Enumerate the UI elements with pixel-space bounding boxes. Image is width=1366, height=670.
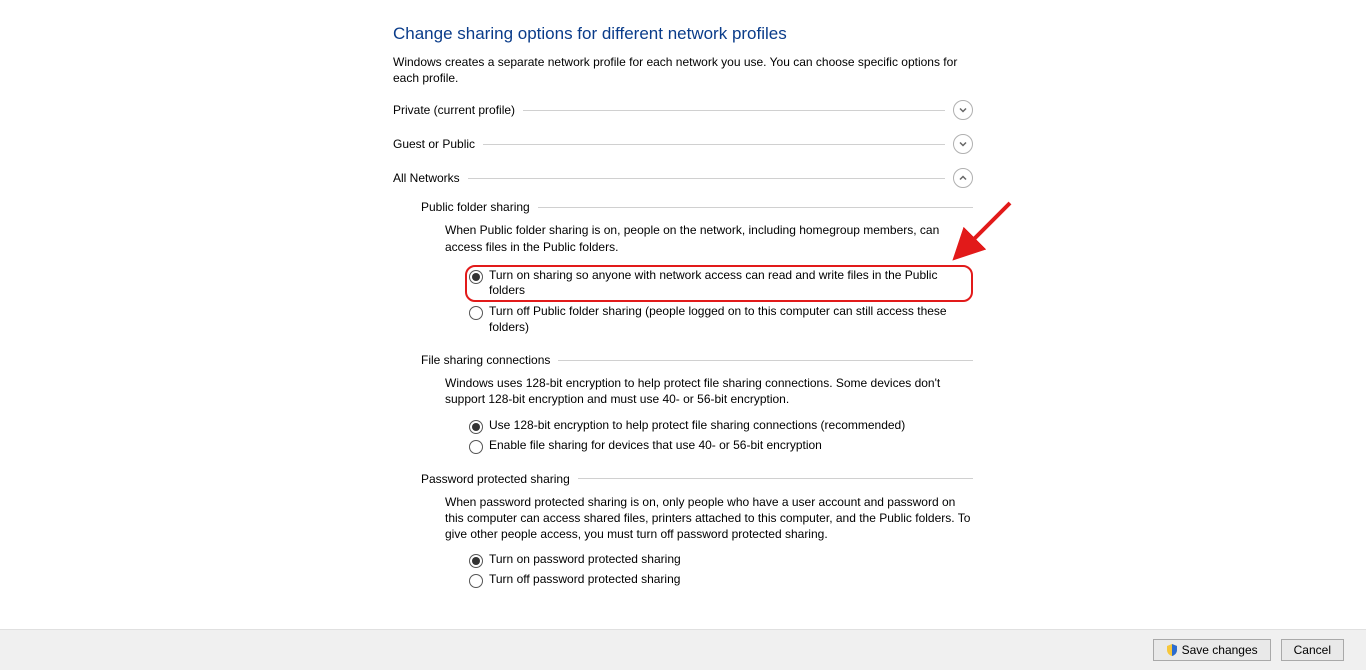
chevron-down-icon	[953, 134, 973, 154]
group-password-title: Password protected sharing	[421, 472, 570, 486]
radio-public-folder-off[interactable]: Turn off Public folder sharing (people l…	[469, 304, 973, 335]
page-subtitle: Windows creates a separate network profi…	[393, 54, 973, 86]
divider	[558, 360, 973, 361]
divider	[578, 478, 973, 479]
section-guest-header[interactable]: Guest or Public	[393, 134, 973, 154]
group-public-folder: Public folder sharing When Public folder…	[421, 200, 973, 335]
main-content: Change sharing options for different net…	[393, 24, 973, 602]
section-private-label: Private (current profile)	[393, 103, 515, 117]
all-networks-body: Public folder sharing When Public folder…	[421, 200, 973, 588]
radio-password-on[interactable]: Turn on password protected sharing	[469, 552, 973, 568]
radio-encrypt-128-label: Use 128-bit encryption to help protect f…	[489, 418, 905, 434]
group-file-sharing-desc: Windows uses 128-bit encryption to help …	[445, 375, 973, 407]
section-all-networks: All Networks Public folder sharing When …	[393, 168, 973, 588]
radio-icon	[469, 574, 483, 588]
radio-password-off-label: Turn off password protected sharing	[489, 572, 680, 588]
save-changes-button[interactable]: Save changes	[1153, 639, 1271, 661]
radio-public-folder-on[interactable]: Turn on sharing so anyone with network a…	[465, 265, 973, 302]
radio-public-folder-on-label: Turn on sharing so anyone with network a…	[489, 268, 967, 299]
section-private: Private (current profile)	[393, 100, 973, 120]
cancel-label: Cancel	[1294, 643, 1331, 657]
divider	[523, 110, 945, 111]
radio-icon	[469, 554, 483, 568]
group-file-sharing-title: File sharing connections	[421, 353, 550, 367]
section-private-header[interactable]: Private (current profile)	[393, 100, 973, 120]
radio-encrypt-128[interactable]: Use 128-bit encryption to help protect f…	[469, 418, 973, 434]
save-changes-label: Save changes	[1182, 643, 1258, 657]
radio-icon	[469, 440, 483, 454]
divider	[468, 178, 945, 179]
group-password-desc: When password protected sharing is on, o…	[445, 494, 973, 543]
section-guest-label: Guest or Public	[393, 137, 475, 151]
section-guest: Guest or Public	[393, 134, 973, 154]
section-all-networks-header[interactable]: All Networks	[393, 168, 973, 188]
chevron-up-icon	[953, 168, 973, 188]
radio-encrypt-40[interactable]: Enable file sharing for devices that use…	[469, 438, 973, 454]
radio-password-off[interactable]: Turn off password protected sharing	[469, 572, 973, 588]
radio-encrypt-40-label: Enable file sharing for devices that use…	[489, 438, 822, 454]
radio-icon	[469, 306, 483, 320]
chevron-down-icon	[953, 100, 973, 120]
group-file-sharing: File sharing connections Windows uses 12…	[421, 353, 973, 453]
divider	[483, 144, 945, 145]
group-password: Password protected sharing When password…	[421, 472, 973, 589]
radio-password-on-label: Turn on password protected sharing	[489, 552, 681, 568]
cancel-button[interactable]: Cancel	[1281, 639, 1344, 661]
footer-bar: Save changes Cancel	[0, 629, 1366, 670]
radio-icon	[469, 420, 483, 434]
shield-icon	[1166, 644, 1178, 656]
page-title: Change sharing options for different net…	[393, 24, 973, 44]
divider	[538, 207, 973, 208]
section-all-networks-label: All Networks	[393, 171, 460, 185]
group-public-folder-title: Public folder sharing	[421, 200, 530, 214]
radio-icon	[469, 270, 483, 284]
group-public-folder-desc: When Public folder sharing is on, people…	[445, 222, 973, 254]
radio-public-folder-off-label: Turn off Public folder sharing (people l…	[489, 304, 973, 335]
